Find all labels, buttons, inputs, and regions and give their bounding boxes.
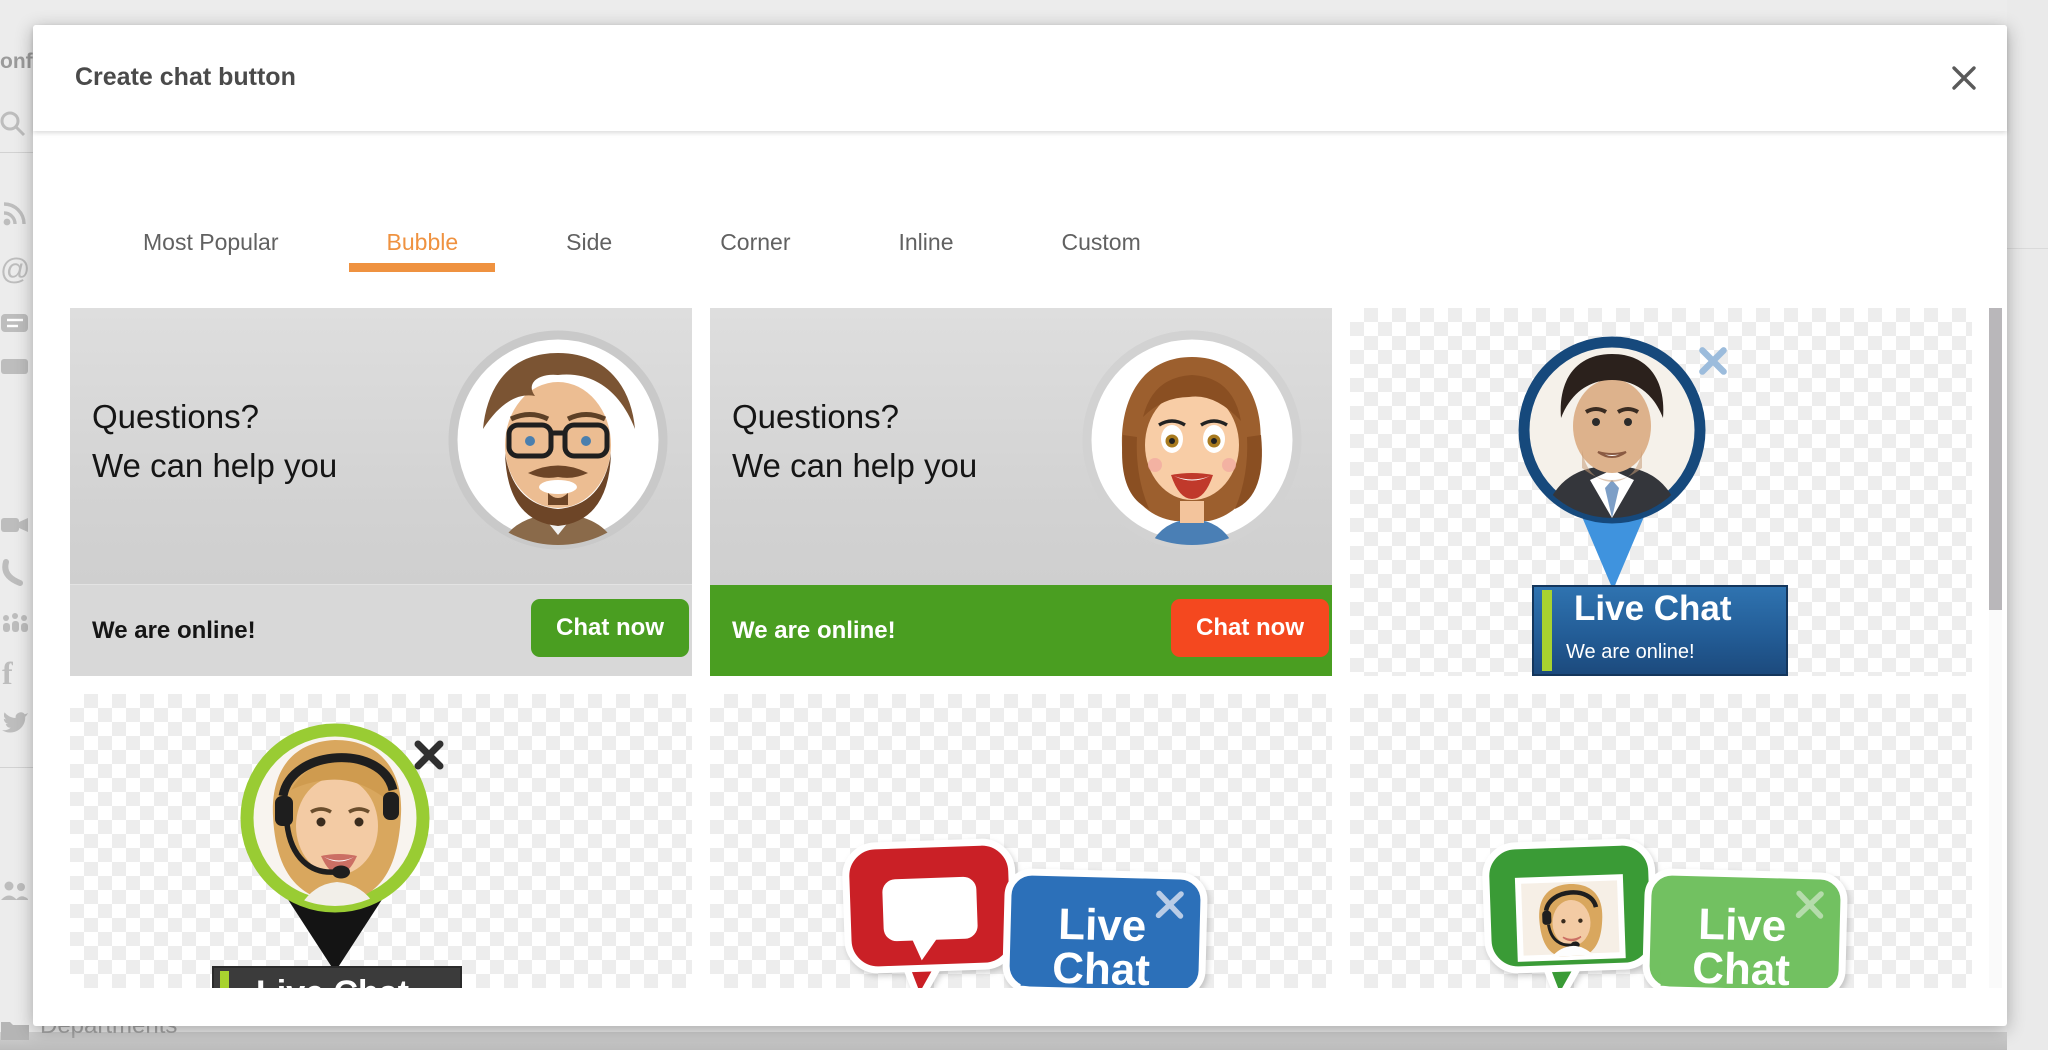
tab-inline[interactable]: Inline	[899, 226, 954, 258]
chat-now-button: Chat now	[1171, 599, 1329, 657]
scrollbar-thumb[interactable]	[1989, 308, 2002, 610]
modal-title: Create chat button	[75, 63, 296, 92]
photo-woman-headset-avatar	[233, 716, 437, 920]
template-gallery: Questions? We can help you	[70, 308, 1972, 988]
close-icon	[1949, 63, 1979, 93]
live-chat-text-line2: Chat	[1052, 944, 1151, 988]
light-green-speech-bubble: Live Chat	[1645, 871, 1845, 988]
status-text: We are online!	[92, 617, 256, 645]
background-bottom-bar	[0, 1032, 2048, 1050]
chat-lines-icon	[0, 310, 30, 340]
headline-line2: We can help you	[92, 441, 337, 490]
tab-corner[interactable]: Corner	[720, 226, 790, 258]
search-icon	[0, 110, 30, 140]
phone-icon	[0, 558, 30, 588]
tab-bubble[interactable]: Bubble	[387, 226, 459, 258]
chat-button-template-bubble-blue[interactable]: Live Chat We are online!	[1350, 308, 1972, 676]
chat-button-template-banner-gray[interactable]: Questions? We can help you	[70, 308, 692, 676]
chat-button-template-speech-blue[interactable]: Live Chat	[710, 694, 1332, 988]
team-icon	[0, 610, 30, 640]
tab-side[interactable]: Side	[566, 226, 612, 258]
live-chat-text-line2: Chat	[1692, 944, 1791, 988]
modal-body: Most Popular Bubble Side Corner Inline C…	[33, 131, 2007, 1026]
divider	[0, 767, 34, 768]
close-button[interactable]	[1947, 61, 1981, 95]
live-chat-banner: Live Chat	[212, 966, 462, 988]
tab-most-popular[interactable]: Most Popular	[143, 226, 279, 258]
at-sign-icon: @	[0, 254, 30, 284]
photo-man-avatar	[1512, 330, 1712, 530]
svg-text:@: @	[0, 254, 30, 284]
modal-header: Create chat button	[33, 25, 2007, 131]
twitter-icon	[0, 706, 30, 736]
create-chat-button-modal: Create chat button Most Popular Bubble S…	[33, 25, 2007, 1026]
headline-line1: Questions?	[92, 392, 337, 441]
red-speech-bubble	[845, 841, 1016, 988]
banner-stripe	[1542, 590, 1552, 671]
folder-icon	[0, 1016, 30, 1046]
live-chat-banner: Live Chat We are online!	[1532, 585, 1788, 676]
video-camera-icon	[0, 510, 30, 540]
chat-button-template-banner-green[interactable]: Questions? We can help you	[710, 308, 1332, 676]
template-status-bar: We are online! Chat now	[70, 584, 692, 676]
scrollbar-track[interactable]	[1989, 308, 2002, 988]
banner-stripe	[220, 971, 229, 988]
facebook-icon: f	[0, 658, 30, 688]
cartoon-woman-avatar	[1077, 325, 1307, 555]
headline-line1: Questions?	[732, 392, 977, 441]
chat-button-template-speech-green[interactable]: Live Chat	[1350, 694, 1972, 988]
svg-text:f: f	[2, 658, 13, 688]
headline-line2: We can help you	[732, 441, 977, 490]
chat-button-template-bubble-dark[interactable]: Live Chat	[70, 694, 692, 988]
live-chat-title: Live Chat	[1574, 589, 1732, 629]
cartoon-man-avatar	[443, 325, 673, 555]
people-icon	[0, 878, 30, 908]
screen: onfi @ f De	[0, 0, 2048, 1050]
template-headline: Questions? We can help you	[732, 392, 977, 490]
tab-custom[interactable]: Custom	[1061, 226, 1140, 258]
chat-now-button: Chat now	[531, 599, 689, 657]
divider	[0, 152, 34, 153]
template-status-bar: We are online! Chat now	[710, 585, 1332, 676]
menu-bar-icon	[0, 352, 30, 382]
speech-bubbles-graphic: Live Chat	[710, 694, 1332, 988]
live-chat-title: Live Chat	[256, 974, 409, 988]
photo-woman-headset-thumbnail	[1521, 880, 1620, 957]
signal-icon	[0, 198, 30, 228]
green-speech-bubble	[1485, 841, 1656, 988]
status-text: We are online!	[732, 617, 896, 645]
live-chat-status: We are online!	[1566, 641, 1695, 664]
background-right-strip	[2007, 0, 2048, 1050]
blue-speech-bubble: Live Chat	[1005, 871, 1205, 988]
tab-bar: Most Popular Bubble Side Corner Inline C…	[143, 226, 1141, 258]
template-headline: Questions? We can help you	[92, 392, 337, 490]
speech-bubbles-graphic: Live Chat	[1350, 694, 1972, 988]
